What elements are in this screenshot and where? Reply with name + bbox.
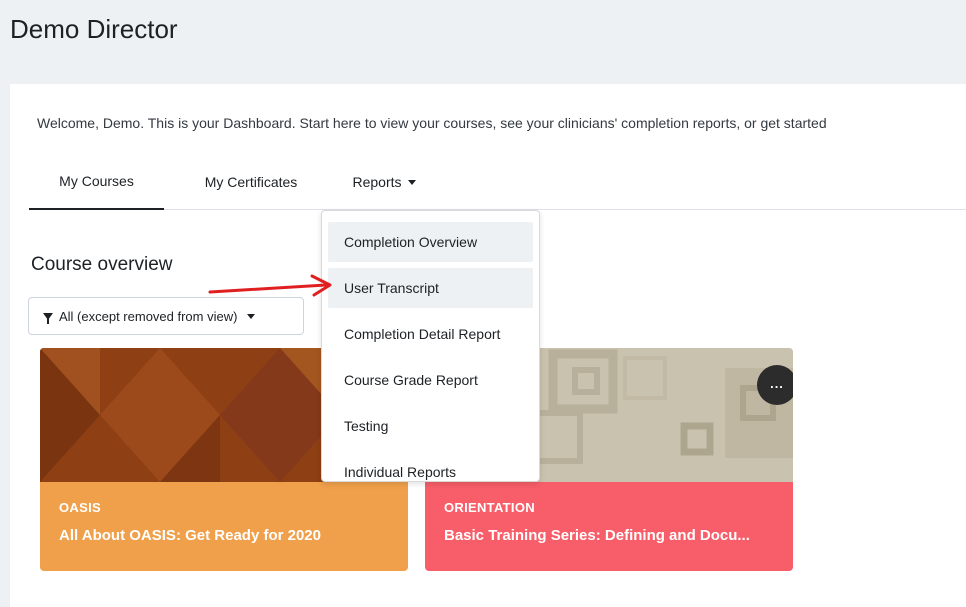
more-icon: ... [770,376,784,391]
welcome-message: Welcome, Demo. This is your Dashboard. S… [37,115,827,131]
menu-item-completion-overview[interactable]: Completion Overview [328,222,533,262]
menu-item-user-transcript[interactable]: User Transcript [328,268,533,308]
tab-reports-label: Reports [352,174,402,190]
menu-item-testing[interactable]: Testing [328,406,533,446]
tab-reports[interactable]: Reports [344,154,424,210]
filter-icon [43,312,53,324]
course-name[interactable]: All About OASIS: Get Ready for 2020 [59,527,389,544]
tab-my-certificates[interactable]: My Certificates [187,154,315,210]
reports-dropdown-menu: Completion Overview User Transcript Comp… [321,210,540,482]
course-card-body: OASIS All About OASIS: Get Ready for 202… [40,482,408,571]
tab-my-courses-label: My Courses [59,173,134,189]
section-title: Course overview [31,254,173,275]
course-menu-button[interactable]: ... [757,365,793,405]
caret-down-icon [407,179,416,185]
course-card-body: Orientation Basic Training Series: Defin… [425,482,793,571]
page-title: Demo Director [10,14,178,44]
course-category: OASIS [59,500,101,515]
page-header: Demo Director [0,0,966,84]
course-category: Orientation [444,500,535,515]
dashboard-tabs: My Courses My Certificates Reports [29,154,966,210]
course-name[interactable]: Basic Training Series: Defining and Docu… [444,527,774,544]
menu-item-course-grade-report[interactable]: Course Grade Report [328,360,533,400]
tab-my-courses[interactable]: My Courses [29,154,164,210]
course-filter-label: All (except removed from view) [59,308,238,324]
menu-item-completion-detail-report[interactable]: Completion Detail Report [328,314,533,354]
dashboard-card: Welcome, Demo. This is your Dashboard. S… [10,84,966,607]
caret-down-icon [247,313,256,319]
menu-item-individual-reports[interactable]: Individual Reports [328,452,533,492]
tab-my-certificates-label: My Certificates [204,174,298,190]
course-filter-dropdown[interactable]: All (except removed from view) [28,297,304,335]
